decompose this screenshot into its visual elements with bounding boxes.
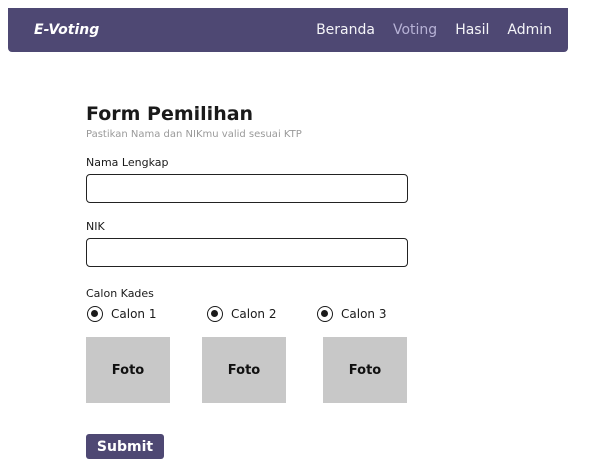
- candidate-group-label: Calon Kades: [86, 287, 154, 300]
- nik-label: NIK: [86, 220, 105, 233]
- candidate-photo-1: Foto: [86, 337, 170, 403]
- nik-input[interactable]: [86, 238, 408, 267]
- brand-logo[interactable]: E-Voting: [34, 22, 99, 38]
- candidate-label-3: Calon 3: [341, 307, 387, 321]
- candidate-photo-2: Foto: [202, 337, 286, 403]
- candidate-label-1: Calon 1: [111, 307, 157, 321]
- candidate-option-3: Calon 3: [317, 305, 386, 323]
- name-label: Nama Lengkap: [86, 156, 169, 169]
- candidate-option-2: Calon 2: [207, 305, 276, 323]
- radio-selected-icon[interactable]: [87, 306, 103, 322]
- nav-link-beranda[interactable]: Beranda: [316, 22, 375, 38]
- top-navbar: E-Voting Beranda Voting Hasil Admin: [8, 8, 568, 52]
- nav-link-voting[interactable]: Voting: [393, 22, 437, 38]
- radio-selected-icon[interactable]: [207, 306, 223, 322]
- radio-selected-icon[interactable]: [317, 306, 333, 322]
- candidate-radio-2[interactable]: Calon 2: [207, 305, 276, 323]
- nav-menu: Beranda Voting Hasil Admin: [298, 22, 552, 38]
- candidate-photo-3: Foto: [323, 337, 407, 403]
- submit-button[interactable]: Submit: [86, 434, 164, 459]
- candidate-option-1: Calon 1: [87, 305, 156, 323]
- form-title: Form Pemilihan: [86, 103, 254, 125]
- name-input[interactable]: [86, 174, 408, 203]
- candidate-radio-3[interactable]: Calon 3: [317, 305, 386, 323]
- candidate-radio-1[interactable]: Calon 1: [87, 305, 156, 323]
- nav-link-hasil[interactable]: Hasil: [455, 22, 489, 38]
- nav-link-admin[interactable]: Admin: [507, 22, 552, 38]
- voting-form: Form Pemilihan Pastikan Nama dan NIKmu v…: [86, 100, 408, 435]
- candidate-options: Calon 1 Calon 2 Calon 3 Foto Foto Foto: [86, 305, 408, 435]
- candidate-label-2: Calon 2: [231, 307, 277, 321]
- form-subtitle: Pastikan Nama dan NIKmu valid sesuai KTP: [86, 129, 302, 140]
